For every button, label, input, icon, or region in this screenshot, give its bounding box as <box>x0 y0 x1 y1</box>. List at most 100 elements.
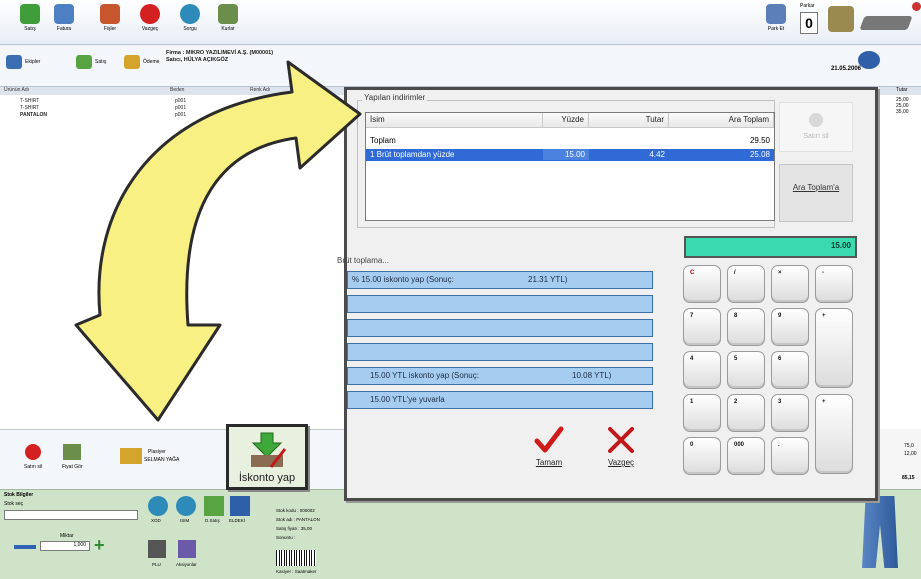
close-icon[interactable] <box>912 2 921 11</box>
key-clear[interactable]: C <box>683 265 721 303</box>
search-people-icon[interactable] <box>858 51 880 69</box>
park-button[interactable]: Park Et <box>762 4 790 32</box>
keyboard-icon[interactable] <box>859 16 913 30</box>
quantity-field[interactable]: 1,000 <box>40 541 90 551</box>
invoice-button[interactable]: Fatura <box>50 4 78 32</box>
cancel-button[interactable]: Vazgeç <box>597 426 645 474</box>
key-4[interactable]: 4 <box>683 351 721 389</box>
key-0[interactable]: 0 <box>683 437 721 475</box>
name-search-label: ISIM <box>180 518 190 523</box>
grid-row-name[interactable]: PANTALON <box>20 112 47 118</box>
salesperson-label: Plasiyer <box>148 449 166 455</box>
summary-value: 75,0 <box>904 443 914 449</box>
quantity-label: Miktar <box>60 533 74 539</box>
ok-button[interactable]: Tamam <box>529 426 569 474</box>
code-search-label: XOD <box>151 518 161 523</box>
stock-search-input[interactable] <box>4 510 138 520</box>
plus-button[interactable]: + <box>94 536 110 554</box>
key-6[interactable]: 6 <box>771 351 809 389</box>
row-discount-subtotal: 25.08 <box>749 150 770 159</box>
tab-teams[interactable]: Ekipler <box>6 52 40 72</box>
product-image <box>862 496 898 568</box>
calculator-display[interactable]: 15.00 <box>684 236 857 258</box>
price-view-button[interactable]: Fiyat Gör <box>62 444 83 470</box>
key-8[interactable]: 8 <box>727 308 765 346</box>
option-empty[interactable] <box>347 343 653 361</box>
date-label: 21.05.2006 <box>830 66 861 72</box>
key-000[interactable]: 000 <box>727 437 765 475</box>
on-hand-icon[interactable] <box>230 496 250 516</box>
salesperson-icon <box>120 448 142 464</box>
option-percent-discount[interactable]: % 15.00 iskonto yap (Sonuç: 21.31 YTL) <box>347 271 653 289</box>
col-total: Tutar <box>878 87 921 95</box>
invoice-icon <box>54 4 74 24</box>
receipt-icon <box>100 4 120 24</box>
clock-icon <box>766 4 786 24</box>
on-hand-label: ELDEKİ <box>229 518 246 523</box>
parked-counter: 0 <box>800 12 818 34</box>
stock-panel-title: Stok Bilgiler <box>4 492 34 498</box>
globe-icon <box>180 4 200 24</box>
to-subtotal-button[interactable]: Ara Toplam'a <box>779 164 853 222</box>
totals-summary: 75,0 12,00 85,15 <box>878 429 921 489</box>
actions-label: Aksiyonlar <box>176 562 197 567</box>
key-7[interactable]: 7 <box>683 308 721 346</box>
key-plus-lower[interactable]: + <box>815 394 853 474</box>
salesperson-value[interactable]: SELMAN YAĞA <box>144 457 179 463</box>
plu-icon[interactable] <box>148 540 166 558</box>
col-percent[interactable]: Yüzde <box>543 113 589 128</box>
actions-icon[interactable] <box>178 540 196 558</box>
total-cell: 35,00 <box>896 109 909 115</box>
cancel-toolbar-button[interactable]: Vazgeç <box>136 4 164 32</box>
receipts-button[interactable]: Fişler <box>96 4 124 32</box>
option-round-to[interactable]: 15.00 YTL'ye yuvarla <box>347 391 653 409</box>
col-subtotal[interactable]: Ara Toplam <box>669 113 774 128</box>
discount-icon <box>251 432 287 468</box>
summary-total: 85,15 <box>902 475 915 481</box>
stock-search-label: Stok seç <box>4 501 24 507</box>
barcode-image <box>276 550 316 566</box>
totals-column: Tutar 25,00 25,00 35,00 <box>878 87 921 429</box>
people-icon <box>6 55 22 69</box>
plu-label: PLU <box>152 562 161 567</box>
key-9[interactable]: 9 <box>771 308 809 346</box>
rates-button[interactable]: Kurlar <box>214 4 242 32</box>
row-total-name[interactable]: Toplam <box>366 135 543 146</box>
option-empty[interactable] <box>347 319 653 337</box>
minus-button[interactable] <box>14 545 36 549</box>
key-3[interactable]: 3 <box>771 394 809 432</box>
delete-disabled-icon <box>809 113 823 127</box>
key-multiply[interactable]: × <box>771 265 809 303</box>
checkmark-icon <box>534 426 564 453</box>
parked-label: Parkar <box>800 3 815 9</box>
delete-row-button[interactable]: Satırı sil <box>24 444 42 470</box>
row-discount-percent: 15.00 <box>543 149 589 160</box>
key-divide[interactable]: / <box>727 265 765 303</box>
grid-row-name[interactable]: T-SHIRT <box>20 98 39 104</box>
close-x-icon <box>608 427 634 453</box>
sale-button[interactable]: Satış <box>16 4 44 32</box>
tools-icon[interactable] <box>828 6 854 32</box>
d-sale-icon[interactable] <box>204 496 224 516</box>
curved-arrow-annotation <box>74 60 362 422</box>
key-2[interactable]: 2 <box>727 394 765 432</box>
key-5[interactable]: 5 <box>727 351 765 389</box>
stock-panel: Stok Bilgiler Stok seç Miktar 1,000 + XO… <box>0 489 921 579</box>
option-amount-discount[interactable]: 15.00 YTL iskonto yap (Sonuç: 10.08 YTL) <box>347 367 653 385</box>
query-button[interactable]: Sorgu <box>176 4 204 32</box>
code-search-icon[interactable] <box>148 496 168 516</box>
name-search-icon[interactable] <box>176 496 196 516</box>
key-1[interactable]: 1 <box>683 394 721 432</box>
d-sale-label: D.Satış <box>205 518 220 523</box>
key-minus[interactable]: - <box>815 265 853 303</box>
col-amount[interactable]: Tutar <box>589 113 669 128</box>
option-empty[interactable] <box>347 295 653 313</box>
key-decimal[interactable]: . <box>771 437 809 475</box>
discount-button[interactable]: İskonto yap <box>226 424 308 490</box>
col-name[interactable]: İsim <box>366 113 543 128</box>
discounts-title: Yapılan indirimler <box>362 93 428 102</box>
delete-row-dialog-button[interactable]: Satırı sil <box>779 102 853 152</box>
key-plus[interactable]: + <box>815 308 853 388</box>
grid-row-name[interactable]: T-SHIRT <box>20 105 39 111</box>
cancel-icon <box>140 4 160 24</box>
